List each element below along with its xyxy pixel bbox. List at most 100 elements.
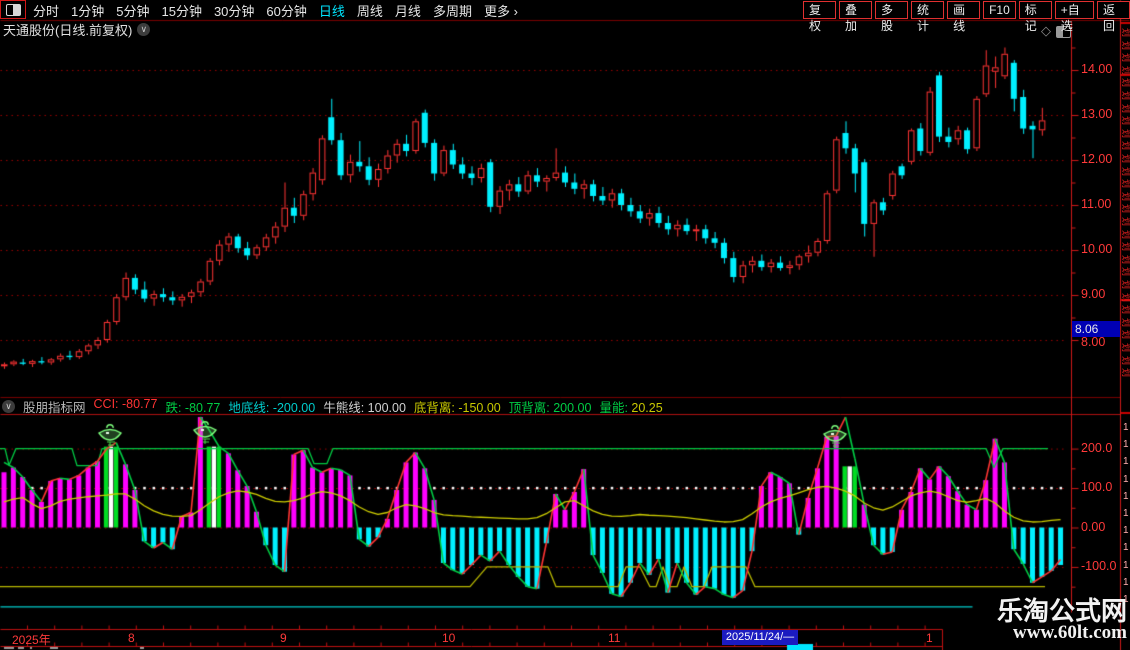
chart-title-row: 天通股份(日线.前复权) ∨ <box>3 22 151 38</box>
right-strip-glyph: 划 <box>1121 305 1130 315</box>
period-tab-30分钟[interactable]: 30分钟 <box>214 1 254 20</box>
price-axis-label: 13.00 <box>1081 107 1113 121</box>
period-tab-60分钟[interactable]: 60分钟 <box>266 1 306 20</box>
right-strip-digit: 1 <box>1123 439 1129 451</box>
diamond-icon[interactable]: ◇ <box>1041 23 1051 39</box>
right-strip-glyph: 划 <box>1121 166 1130 176</box>
right-strip-glyph: 划 <box>1121 267 1130 277</box>
right-strip-glyph: 划 <box>1121 28 1130 38</box>
indicator-name: 股朋指标网 <box>23 400 86 415</box>
right-strip-glyph: 划 <box>1121 40 1130 50</box>
right-strip-glyph: 划 <box>1121 65 1130 75</box>
date-axis-label: 1 <box>926 631 933 645</box>
right-strip-glyph: 划 <box>1121 280 1130 290</box>
price-axis-label: 12.00 <box>1081 152 1113 166</box>
right-strip-digit: 1 <box>1123 559 1129 571</box>
right-strip-glyph: 划 <box>1121 217 1130 227</box>
period-tab-多周期[interactable]: 多周期 <box>433 1 472 20</box>
period-tab-分时[interactable]: 分时 <box>33 1 59 20</box>
chevron-down-icon[interactable]: ∨ <box>137 23 151 36</box>
period-tab-5分钟[interactable]: 5分钟 <box>116 1 149 20</box>
indicator-field-label: 底背离: <box>413 400 459 415</box>
indicator-field: 牛熊线: 100.00 <box>323 397 406 416</box>
right-strip-digit: 1 <box>1123 456 1129 468</box>
chart-canvas <box>0 0 1130 650</box>
indicator-field: 底背离: -150.00 <box>414 397 501 416</box>
period-tab-1分钟[interactable]: 1分钟 <box>71 1 104 20</box>
toolbar-button-统计[interactable]: 统计 <box>911 1 945 33</box>
indicator-header: ∨ 股朋指标网 CCI: -80.77 跌: -80.77 地底线: -200.00… <box>2 397 663 416</box>
toolbar-button-F10[interactable]: F10 <box>983 1 1016 19</box>
right-strip-glyph: 划 <box>1121 242 1130 252</box>
date-axis-label: 11 <box>608 631 621 645</box>
right-strip-digit: 1 <box>1123 473 1129 485</box>
right-strip-glyph: 划 <box>1121 53 1130 63</box>
period-tab-月线[interactable]: 月线 <box>395 1 421 20</box>
price-highlight-badge: 8.06 <box>1072 321 1120 337</box>
indicator-field-value: -150.00 <box>458 400 501 415</box>
top-toolbar: 分时 1分钟 5分钟 15分钟 30分钟 60分钟 日线 周线 月线 多周期 更多 › 复权 叠加 多股… <box>0 0 1130 33</box>
right-strip-glyph: 划 <box>1121 78 1130 88</box>
right-strip-glyph: 划 <box>1121 191 1130 201</box>
date-axis-label: 2025年 <box>12 633 51 647</box>
toolbar-button-复权[interactable]: 复权 <box>803 1 837 33</box>
indicator-axis-label: 100.0 <box>1081 480 1113 495</box>
toolbar-buttons: 复权 叠加 多股 统计 画线 F10 标记 +自选 返回 <box>803 1 1130 33</box>
date-axis-label: 9 <box>280 631 287 645</box>
indicator-field-label: 顶背离: <box>508 400 554 415</box>
price-axis-label: 14.00 <box>1081 62 1113 76</box>
right-strip-digit: 1 <box>1123 508 1129 519</box>
price-axis-label: 10.00 <box>1081 242 1113 256</box>
toolbar-button-多股[interactable]: 多股 <box>875 1 909 33</box>
indicator-field-label: 量能: <box>599 400 632 415</box>
right-strip-glyph: 划 <box>1121 141 1130 151</box>
indicator-values: CCI: -80.77 跌: -80.77 地底线: -200.00 牛熊线: 100… <box>94 397 663 416</box>
toolbar-button-标记[interactable]: 标记 <box>1018 1 1052 33</box>
price-axis-label: 9.00 <box>1081 287 1106 301</box>
right-strip-glyph: 划 <box>1121 116 1130 126</box>
period-tab-周线[interactable]: 周线 <box>357 1 383 20</box>
period-tab-日线[interactable]: 日线 <box>319 1 345 20</box>
toolbar-button-画线[interactable]: 画线 <box>947 1 981 33</box>
indicator-field: CCI: -80.77 <box>94 397 158 416</box>
right-strip-glyph: 划 <box>1121 317 1130 327</box>
stock-title: 天通股份(日线.前复权) <box>3 23 133 38</box>
toolbar-button-+自选[interactable]: +自选 <box>1054 1 1094 33</box>
indicator-field-value: 200.00 <box>553 400 592 415</box>
date-axis-label: 10 <box>442 631 456 645</box>
right-strip-digit: 1 <box>1123 490 1129 502</box>
indicator-field-label: 牛熊线: <box>323 400 368 415</box>
indicator-field-label: 跌: <box>165 400 185 415</box>
price-axis-label: 11.00 <box>1081 197 1112 211</box>
period-menu: 分时 1分钟 5分钟 15分钟 30分钟 60分钟 日线 周线 月线 多周期 更多 › <box>33 0 518 20</box>
right-strip-glyph: 划 <box>1121 254 1130 264</box>
right-strip-glyph: 划 <box>1121 154 1130 164</box>
watermark-url: www.60lt.com <box>1013 622 1127 643</box>
indicator-field-label: CCI: <box>93 396 122 411</box>
indicator-field-value: -80.77 <box>184 400 221 415</box>
indicator-field: 量能: 20.25 <box>599 397 662 416</box>
right-strip-glyph: 划 <box>1121 355 1130 365</box>
split-view-button[interactable] <box>0 0 26 19</box>
right-strip-glyph: 划 <box>1121 128 1130 138</box>
indicator-collapse-icon[interactable]: ∨ <box>2 399 15 413</box>
right-strip-glyph: 划 <box>1121 91 1130 101</box>
toolbar-button-叠加[interactable]: 叠加 <box>839 1 873 33</box>
indicator-field-value: 100.00 <box>367 400 406 415</box>
right-strip-digit: 1 <box>1123 422 1129 433</box>
period-tab-更多 ›[interactable]: 更多 › <box>484 1 518 20</box>
indicator-field-value: 20.25 <box>631 400 663 415</box>
indicator-field: 地底线: -200.00 <box>228 397 315 416</box>
period-tab-15分钟[interactable]: 15分钟 <box>161 1 201 20</box>
price-axis-label: 8.00 <box>1081 335 1106 349</box>
right-strip-digit: 1 <box>1123 576 1129 588</box>
indicator-field-label: 地底线: <box>228 400 273 415</box>
indicator-field-value: -200.00 <box>272 400 316 415</box>
date-highlight-badge: 2025/11/24/— <box>722 630 798 645</box>
right-strip-glyph: 划 <box>1121 229 1130 239</box>
right-strip-glyph: 划 <box>1121 103 1130 113</box>
indicator-field-value: -80.77 <box>122 396 158 411</box>
right-strip-glyph: 划 <box>1121 292 1130 302</box>
toolbar-button-返回[interactable]: 返回 <box>1096 1 1130 33</box>
right-strip-glyph: 划 <box>1121 368 1130 378</box>
